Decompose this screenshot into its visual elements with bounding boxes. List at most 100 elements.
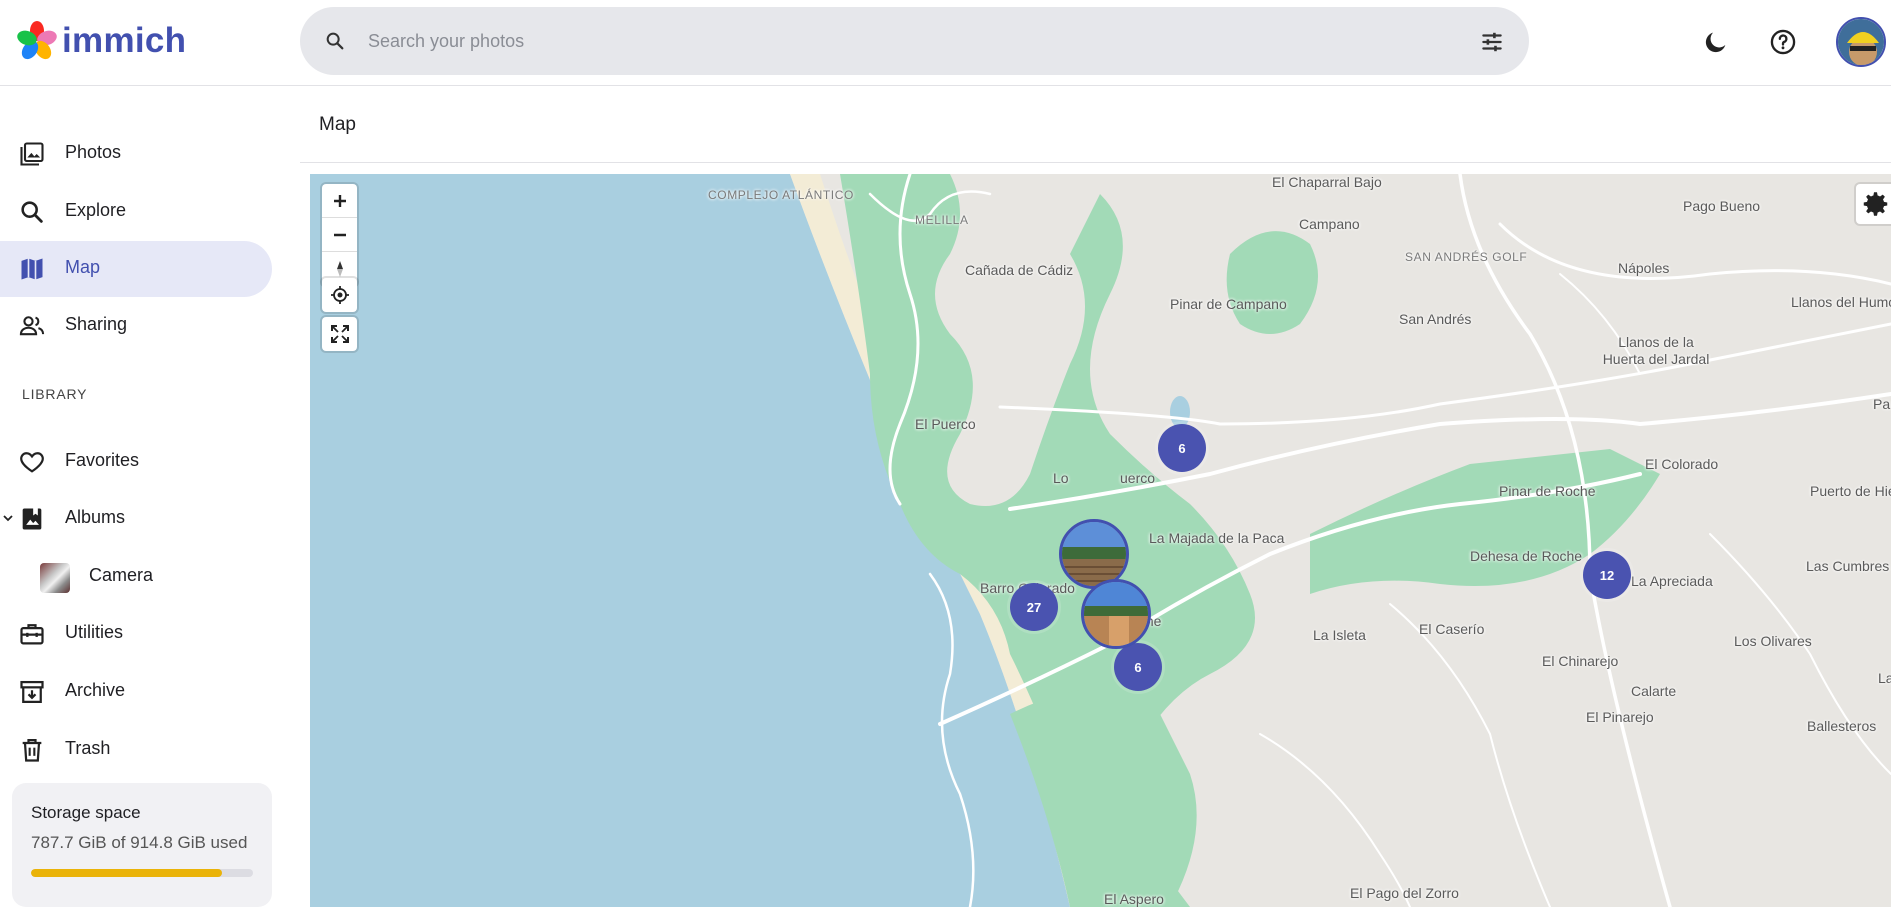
- zoom-out-button[interactable]: [322, 218, 357, 252]
- sidebar-item-explore[interactable]: Explore: [0, 184, 272, 240]
- archive-icon: [20, 680, 44, 704]
- sidebar-item-map[interactable]: Map: [0, 241, 272, 297]
- map-label: uerco: [1120, 470, 1156, 486]
- sidebar-item-utilities[interactable]: Utilities: [0, 606, 272, 662]
- map-label: Pinar de Campano: [1170, 296, 1287, 312]
- map-label: El Chinarejo: [1542, 653, 1619, 669]
- sidebar-item-label: Trash: [65, 738, 111, 758]
- search-icon: [21, 201, 43, 223]
- toolbox-icon: [20, 624, 44, 645]
- map-label: Dehesa de Roche: [1470, 548, 1583, 564]
- search-bar[interactable]: [300, 7, 1529, 75]
- help-icon: [1770, 29, 1796, 55]
- map-label: El Caserío: [1419, 621, 1485, 637]
- map-label: Llanos de la Huerta del Jardal: [1602, 334, 1710, 367]
- avatar[interactable]: [1836, 17, 1886, 67]
- map-label: MELILLA: [915, 213, 969, 227]
- search-input[interactable]: [368, 25, 1418, 57]
- sidebar-item-label: Explore: [65, 200, 127, 220]
- map-label: La Isleta: [1313, 627, 1366, 643]
- storage-panel: Storage space 787.7 GiB of 914.8 GiB use…: [12, 783, 272, 907]
- sidebar-item-trash[interactable]: Trash: [0, 722, 272, 778]
- sidebar-item-label: Sharing: [65, 314, 128, 334]
- sidebar-item-album-camera[interactable]: Camera: [0, 549, 272, 605]
- storage-title: Storage space: [31, 803, 141, 822]
- map-label: La: [1878, 670, 1891, 686]
- people-icon: [19, 316, 45, 336]
- photo-cluster-marker[interactable]: 6: [1158, 424, 1206, 472]
- search-icon[interactable]: [324, 30, 346, 52]
- album-thumbnail: [40, 563, 70, 593]
- locate-button[interactable]: [322, 278, 357, 312]
- trash-icon: [22, 738, 42, 762]
- sidebar-item-label: Favorites: [65, 450, 140, 470]
- storage-used-text: 787.7 GiB of 914.8 GiB used: [31, 833, 248, 852]
- map-label: Llanos del Humo: [1791, 294, 1891, 310]
- page-header: Map: [300, 86, 1891, 163]
- theme-toggle-button[interactable]: [1694, 20, 1738, 64]
- map-label: Pago Bueno: [1683, 198, 1761, 214]
- tune-icon[interactable]: [1479, 29, 1505, 55]
- storage-progress-fill: [31, 869, 223, 877]
- sidebar-item-label: Utilities: [65, 622, 124, 642]
- storage-progress-bar: [31, 869, 253, 877]
- map-label: Ballesteros: [1807, 718, 1877, 734]
- sidebar-item-sharing[interactable]: Sharing: [0, 298, 272, 354]
- top-bar: immich: [0, 0, 1891, 86]
- map-label: COMPLEJO ATLÁNTICO: [708, 188, 854, 202]
- map-label: Pinar de Roche: [1499, 483, 1596, 499]
- photos-icon: [20, 142, 44, 166]
- sidebar-item-photos[interactable]: Photos: [0, 126, 272, 182]
- chevron-down-icon[interactable]: [1, 511, 15, 525]
- app-name: immich: [62, 21, 187, 60]
- fullscreen-icon: [330, 325, 349, 343]
- map-label: Campano: [1299, 216, 1360, 232]
- sidebar-item-albums[interactable]: Albums: [0, 491, 272, 547]
- sidebar-item-archive[interactable]: Archive: [0, 664, 272, 720]
- zoom-in-button[interactable]: [322, 184, 357, 218]
- zoom-controls: [322, 184, 357, 286]
- photo-cluster-marker[interactable]: 27: [1010, 583, 1058, 631]
- fullscreen-button[interactable]: [322, 317, 357, 351]
- sidebar-item-favorites[interactable]: Favorites: [0, 434, 272, 490]
- map-label: Puerto de Hier: [1810, 483, 1891, 499]
- photo-cluster-marker[interactable]: 12: [1583, 551, 1631, 599]
- immich-logo[interactable]: immich: [16, 20, 186, 62]
- map-label: Nápoles: [1618, 260, 1670, 276]
- sidebar-item-label: Photos: [65, 142, 122, 162]
- map-label: El Pinarejo: [1586, 709, 1654, 725]
- map-label: Calarte: [1631, 683, 1677, 699]
- library-heading: LIBRARY: [22, 386, 88, 402]
- map-label: San Andrés: [1399, 311, 1472, 327]
- immich-logo-icon: [17, 21, 57, 60]
- map-settings-button[interactable]: [1856, 184, 1891, 224]
- map-label: Pa: [1873, 396, 1891, 412]
- map-label: La Apreciada: [1631, 573, 1713, 589]
- map-label: Los Olivares: [1734, 633, 1812, 649]
- gear-icon: [1863, 192, 1888, 216]
- locate-control: [322, 278, 357, 312]
- photo-marker[interactable]: [1081, 579, 1151, 649]
- map-label: El Chaparral Bajo: [1272, 174, 1382, 190]
- user-avatar-image: [1838, 19, 1884, 65]
- map-label: El Puerco: [915, 416, 976, 432]
- sidebar: Photos Explore Map Sharing LIBRARY Favor…: [0, 86, 290, 907]
- map-label: El Aspero: [1104, 891, 1164, 907]
- map-view[interactable]: COMPLEJO ATLÁNTICO MELILLA El Chaparral …: [310, 174, 1891, 907]
- map-label: El Colorado: [1645, 456, 1719, 472]
- help-button[interactable]: [1761, 20, 1805, 64]
- fullscreen-control: [322, 317, 357, 351]
- moon-icon: [1705, 32, 1726, 53]
- page-title: Map: [319, 114, 356, 135]
- map-icon: [21, 258, 43, 280]
- heart-icon: [20, 452, 44, 473]
- crosshair-icon: [330, 286, 349, 304]
- photo-cluster-marker[interactable]: 6: [1114, 643, 1162, 691]
- sidebar-item-label: Albums: [65, 507, 126, 527]
- map-label: Cañada de Cádiz: [965, 262, 1074, 278]
- map-label: Lo: [1053, 470, 1069, 486]
- sidebar-item-label: Archive: [65, 680, 126, 700]
- map-label: SAN ANDRÉS GOLF: [1405, 250, 1528, 264]
- map-label: La Majada de la Paca: [1149, 530, 1285, 546]
- album-icon: [22, 508, 42, 530]
